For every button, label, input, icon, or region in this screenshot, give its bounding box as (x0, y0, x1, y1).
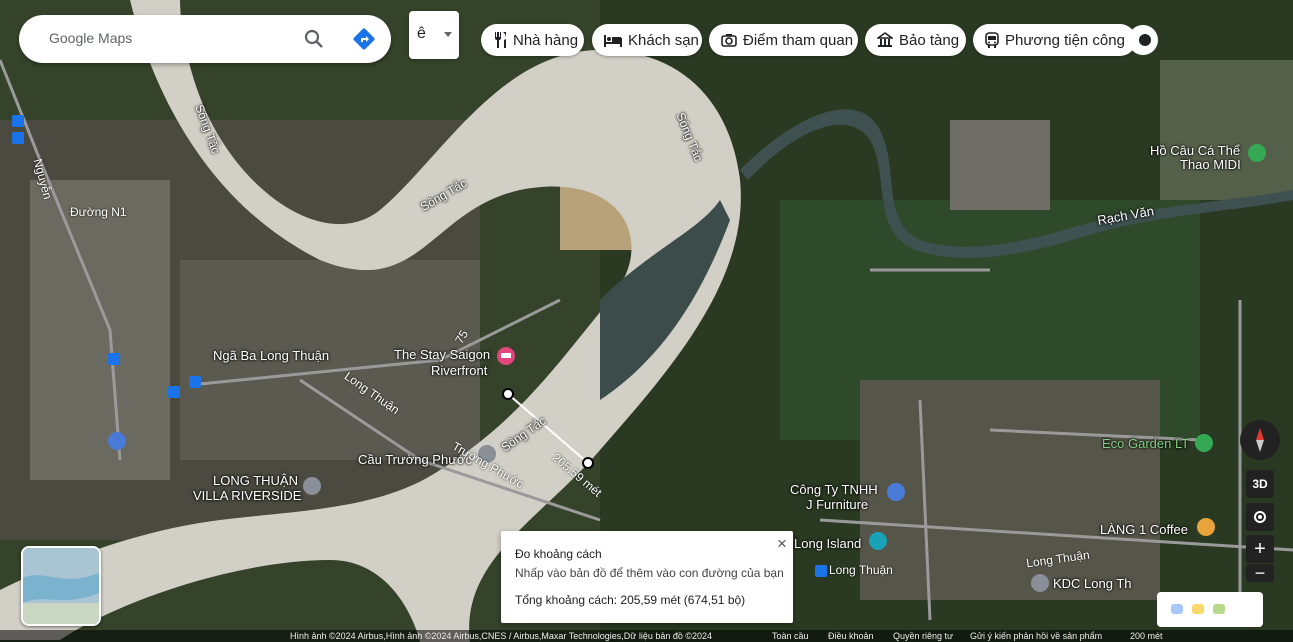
chip-label: Khách sạn (628, 31, 699, 49)
zoom-in-button[interactable]: + (1246, 535, 1274, 563)
bus-stop-icon (108, 353, 120, 365)
search-input[interactable]: Google Maps (49, 30, 132, 46)
ho-cau-pin (1248, 144, 1266, 162)
label-eco-garden: Eco Garden LT (1102, 436, 1190, 451)
bus-stop-icon (12, 115, 24, 127)
chip-restaurants[interactable]: Nhà hàng (481, 24, 584, 56)
imagery-strip[interactable] (1157, 592, 1263, 627)
eco-garden-pin (1195, 434, 1213, 452)
3d-label: 3D (1252, 477, 1268, 491)
chip-transit[interactable]: Phương tiện công c (973, 24, 1136, 56)
close-icon[interactable]: × (777, 534, 787, 554)
chips-scroll-right-button[interactable] (1128, 25, 1158, 55)
label-kdc: KDC Long Th (1053, 576, 1132, 591)
chip-hotels[interactable]: Khách sạn (592, 24, 702, 56)
chevron-down-icon (444, 32, 452, 37)
long-island-pin (869, 532, 887, 550)
bus-stop-icon (168, 386, 180, 398)
chip-label: Điểm tham quan (743, 31, 854, 49)
label-cong-ty: Công Ty TNHH (790, 482, 878, 497)
attribution-footer: Hình ảnh ©2024 Airbus,Hình ảnh ©2024 Air… (0, 630, 1293, 642)
measure-total: Tổng khoảng cách: 205,59 mét (674,51 bộ) (515, 593, 746, 607)
measure-hint: Nhấp vào bản đồ để thêm vào con đường củ… (515, 566, 784, 580)
privacy-link[interactable]: Quyền riêng tư (893, 631, 953, 641)
map-layer-thumbnail (23, 548, 99, 624)
hotel-pin (497, 347, 515, 365)
chevron-right-icon (1139, 34, 1151, 46)
label-long-island: Long Island (794, 536, 862, 551)
label-long-thuan-villa-2: VILLA RIVERSIDE (193, 488, 302, 503)
measure-point-end (582, 457, 594, 469)
zoom-out-label: − (1254, 562, 1266, 583)
chip-label: Bảo tàng (899, 31, 960, 49)
layer-switcher[interactable] (21, 546, 101, 626)
imagery-attribution: Hình ảnh ©2024 Airbus,Hình ảnh ©2024 Air… (290, 631, 713, 641)
location-icon (1254, 511, 1266, 523)
3d-button[interactable]: 3D (1246, 470, 1274, 498)
search-icon[interactable] (302, 27, 326, 51)
hotel-icon (604, 35, 622, 47)
measure-title: Đo khoảng cách (515, 547, 602, 561)
chip-label: Phương tiện công c (1005, 31, 1136, 49)
label-cong-ty-2: J Furniture (806, 497, 869, 512)
kdc-pin (1031, 574, 1049, 592)
imagery-thumbnails (1171, 604, 1225, 614)
zoom-out-button[interactable]: − (1246, 562, 1274, 583)
villa-pin (303, 477, 321, 495)
global-link[interactable]: Toàn cầu (772, 631, 809, 641)
bus-stop-icon (12, 132, 24, 144)
label-lang1: LÀNG 1 Coffee (1100, 522, 1188, 537)
transit-icon (985, 32, 999, 48)
chip-attractions[interactable]: Điểm tham quan (709, 24, 858, 56)
zoom-in-label: + (1254, 537, 1266, 560)
bus-stop-icon (815, 565, 827, 577)
measure-distance-panel: Đo khoảng cách Nhấp vào bản đồ để thêm v… (501, 531, 793, 623)
camera-icon (721, 34, 737, 47)
terms-link[interactable]: Điều khoản (828, 631, 874, 641)
label-long-thuan-road: Long Thuận (829, 563, 893, 577)
my-location-button[interactable] (1246, 503, 1274, 531)
bus-stop-icon (189, 376, 201, 388)
language-button[interactable]: ê (409, 11, 459, 59)
label-long-thuan-villa: LONG THUẬN (213, 473, 298, 488)
language-label: ê (417, 25, 426, 42)
measure-point-start (502, 388, 514, 400)
museum-icon (877, 32, 893, 47)
restaurant-icon (495, 32, 506, 48)
compass-icon (1256, 428, 1264, 452)
chip-museums[interactable]: Bảo tàng (865, 24, 966, 56)
scale-label: 200 mét (1130, 631, 1163, 641)
directions-icon[interactable] (352, 27, 376, 51)
company-pin (887, 483, 905, 501)
label-nga-ba: Ngã Ba Long Thuận (213, 348, 330, 363)
label-the-stay-2: Riverfront (431, 363, 488, 378)
label-duong-n1: Đường N1 (70, 205, 127, 219)
label-ho-cau: Hồ Câu Cá Thể (1150, 143, 1241, 158)
label-the-stay: The Stay Saigon (394, 347, 491, 362)
search-box[interactable]: Google Maps (19, 15, 391, 63)
shop-pin (108, 432, 126, 450)
label-ho-cau-2: Thao MIDI (1180, 157, 1241, 172)
feedback-link[interactable]: Gửi ý kiến phản hồi về sản phẩm (970, 631, 1102, 641)
compass-button[interactable] (1240, 420, 1280, 460)
coffee-pin (1197, 518, 1215, 536)
chip-label: Nhà hàng (513, 31, 579, 49)
